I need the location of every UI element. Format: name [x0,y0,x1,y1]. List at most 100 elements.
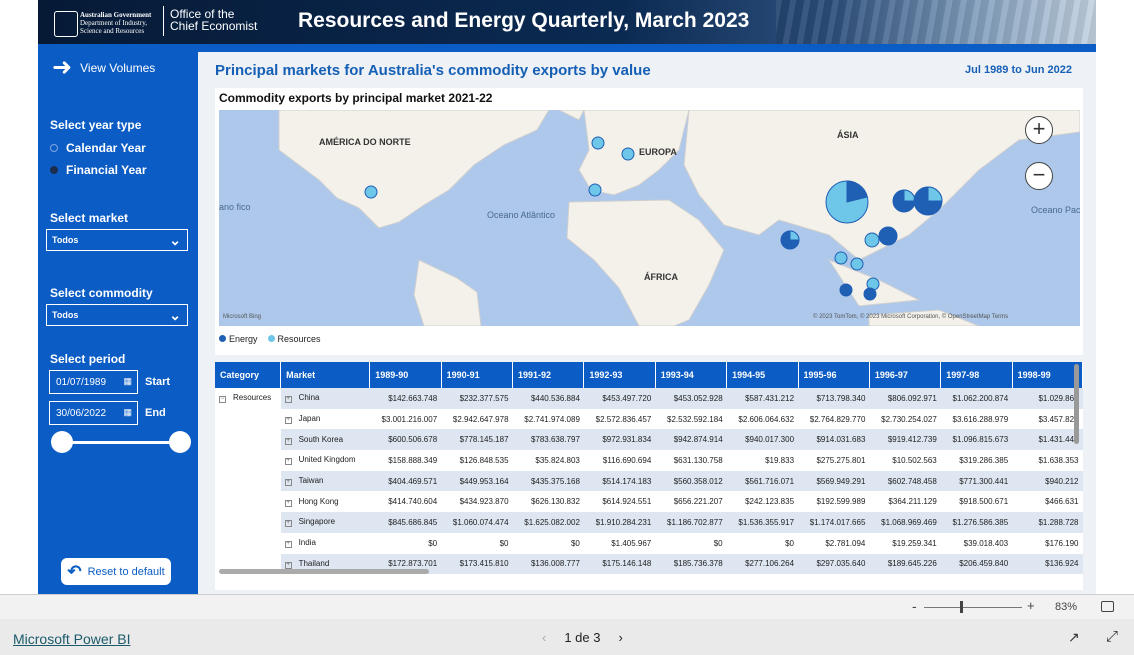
market-cell: + Singapore [280,512,370,533]
bubble-singapore[interactable] [839,283,853,297]
value-cell: $158.888.349 [388,455,438,465]
table-row[interactable]: + Singapore $845.686.845 $1.060.074.474 $1.6… [215,512,1083,533]
view-volumes-button[interactable]: ➜ View Volumes [52,56,155,80]
end-date-input[interactable]: 30/06/2022 ▦ [49,401,138,425]
bubble-spain[interactable] [588,183,602,197]
value-cell: $0 [428,538,438,548]
bubble-thailand[interactable] [834,251,848,265]
expand-icon[interactable]: + [284,417,292,425]
value-cell: $1.536.355.917 [726,512,799,533]
table-row[interactable]: + South Korea $600.506.678 $778.145.187 $783… [215,429,1083,451]
expand-icon[interactable]: + [284,520,292,528]
bubble-usa[interactable] [364,185,378,199]
table-row[interactable]: + Taiwan $404.469.571 $449.953.164 $435.375.… [215,470,1083,492]
period-slider[interactable] [51,431,191,453]
bubble-netherlands[interactable] [621,147,635,161]
crest-icon [54,11,78,37]
expand-icon[interactable]: + [284,499,292,507]
expand-icon[interactable]: + [284,458,292,466]
fullscreen-icon[interactable]: ⤢ [1106,628,1118,645]
next-page-icon[interactable]: › [619,630,623,645]
previous-page-icon[interactable]: ‹ [542,630,546,645]
bubble-hong-kong[interactable] [864,232,880,248]
column-header[interactable]: 1994-95 [726,362,799,388]
undo-icon: ↶ [67,561,82,581]
power-bi-link[interactable]: Microsoft Power BI [13,631,130,647]
expand-icon[interactable]: + [284,561,292,569]
market-select[interactable]: Todos ⌄ [46,229,188,251]
value-cell: $771.300.441 [940,470,1013,492]
column-header[interactable]: 1998-99 [1012,362,1083,388]
radio-calendar-year[interactable]: Calendar Year [50,141,146,155]
calendar-icon[interactable]: ▦ [123,376,132,387]
radio-financial-year[interactable]: Financial Year [50,163,147,177]
horizontal-scrollbar[interactable] [219,569,429,574]
value-cell: $1.096.815.673 [940,429,1013,451]
value-cell: $126.848.535 [459,455,509,465]
column-header[interactable]: 1989-90 [369,362,442,388]
commodity-select[interactable]: Todos ⌄ [46,304,188,326]
bubble-indonesia[interactable] [863,287,877,301]
column-header[interactable]: 1996-97 [869,362,942,388]
expand-icon[interactable]: + [284,479,292,487]
value-cell: $1.405.967 [611,538,652,548]
start-date-value: 01/07/1989 [56,377,107,388]
report-title: Resources and Energy Quarterly, March 20… [298,9,750,32]
slider-end-handle[interactable] [169,431,191,453]
value-cell: $587.431.212 [726,388,799,409]
end-date-value: 30/06/2022 [56,408,107,419]
column-header[interactable]: 1992-93 [583,362,656,388]
map-visual: Commodity exports by principal market 20… [215,88,1083,355]
bubble-taiwan[interactable] [878,226,898,246]
zoom-minus-icon[interactable]: - [912,598,917,614]
table-row[interactable]: + United Kingdom $158.888.349 $126.848.535 $… [215,450,1083,471]
commodity-value: Todos [52,310,79,320]
bubble-uk[interactable] [591,136,605,150]
category-cell [215,429,281,450]
column-header[interactable]: 1995-96 [798,362,870,388]
column-header[interactable]: 1997-98 [940,362,1013,388]
logo-divider [163,6,164,36]
table-row[interactable]: + Japan $3.001.216.007 $2.942.647.978 $2.741… [215,409,1083,430]
slider-start-handle[interactable] [51,431,73,453]
zoom-slider-handle[interactable] [960,601,963,613]
map-attribution[interactable]: © 2023 TomTom, © 2023 Microsoft Corporat… [813,313,1008,320]
value-cell: $232.377.575 [441,388,513,409]
map-title: Commodity exports by principal market 20… [219,91,493,105]
gov-line-1: Australian Government [80,11,152,19]
expand-icon[interactable]: + [284,541,292,549]
zoom-slider[interactable] [924,607,1022,608]
start-date-input[interactable]: 01/07/1989 ▦ [49,370,138,394]
table-row[interactable]: + Hong Kong $414.740.604 $434.923.870 $626.1… [215,491,1083,512]
office-logo: Office of the Chief Economist [170,8,257,32]
column-header[interactable]: Market [280,362,371,388]
column-header[interactable]: 1993-94 [655,362,728,388]
value-cell: $189.645.226 [869,553,941,575]
value-cell: $364.211.129 [888,497,937,507]
table-header-row: Category Market 1989-90 1990-91 1991-92 … [215,362,1083,388]
zoom-in-icon[interactable]: + [1025,116,1053,144]
zoom-plus-icon[interactable]: + [1027,598,1035,613]
zoom-out-icon[interactable]: − [1025,162,1053,190]
fit-to-page-icon[interactable] [1101,601,1114,612]
expand-icon[interactable]: + [284,437,292,445]
column-header[interactable]: 1991-92 [512,362,585,388]
reset-button[interactable]: ↶ Reset to default [61,558,171,585]
table-row[interactable]: − Resources + China $142.663.748 $232.377.575… [215,388,1083,409]
column-header[interactable]: Category [215,362,282,388]
category-cell [215,471,281,492]
calendar-icon[interactable]: ▦ [123,407,132,418]
world-map[interactable]: AMÉRICA DO NORTE EUROPA ÁSIA ÁFRICA Ocea… [219,110,1080,326]
expand-icon[interactable]: + [284,396,292,404]
radio-label: Financial Year [66,163,147,177]
table-row[interactable]: + India $0 $0 $0 $1.405.967 $0 $0 $2.781.094 $19.… [215,533,1083,554]
value-cell: $614.924.551 [602,497,652,507]
share-icon[interactable]: ↗ [1068,629,1080,646]
vertical-scrollbar[interactable] [1074,364,1079,444]
collapse-icon[interactable]: − [219,396,226,404]
column-header[interactable]: 1990-91 [441,362,514,388]
bubble-vietnam[interactable] [850,257,864,271]
value-cell: $972.931.834 [583,429,656,451]
page-indicator: 1 de 3 [564,630,601,645]
legend-resources: Resources [267,334,321,344]
